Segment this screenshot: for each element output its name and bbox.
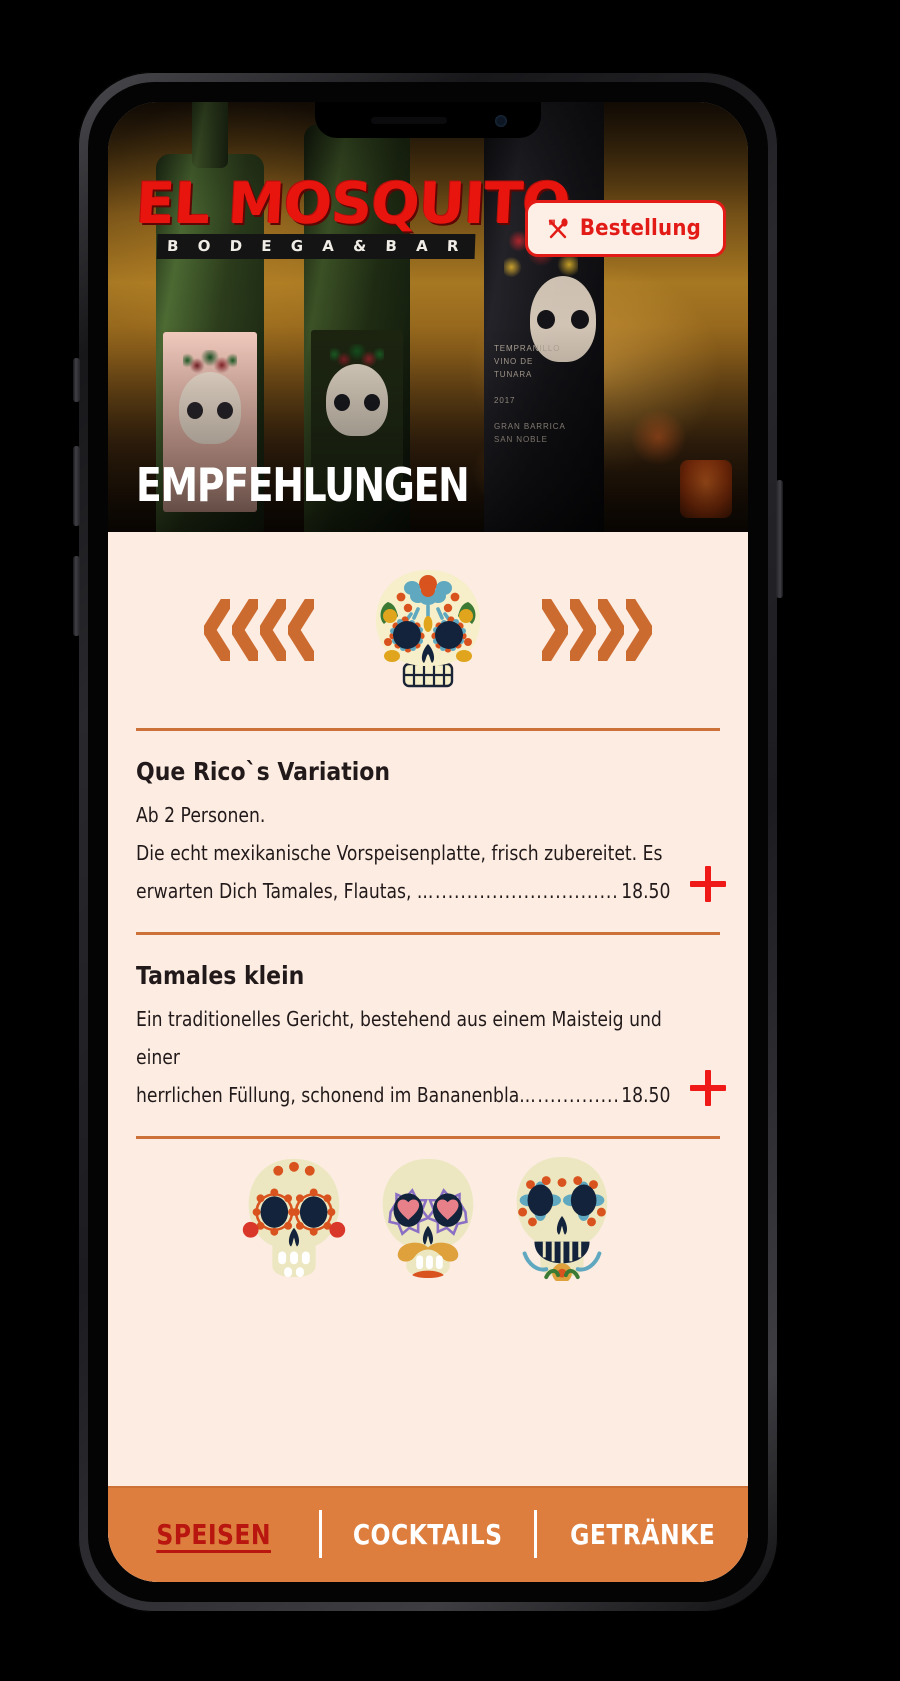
crossed-cutlery-icon [548, 217, 568, 238]
sugar-skull-teeth-icon [516, 1156, 608, 1281]
nav-top-border [108, 1486, 748, 1488]
menu-item-price: 18.50 [621, 1083, 671, 1107]
carousel-next-button[interactable] [542, 599, 652, 661]
chevron-left-icon [260, 599, 286, 661]
front-camera [495, 115, 507, 127]
nav-divider [533, 1510, 537, 1558]
nav-divider [319, 1510, 323, 1558]
brand-logo-sub: B O D E G A & B A R [166, 237, 466, 255]
menu-item[interactable]: Que Rico`s Variation Ab 2 Personen. Die … [108, 731, 748, 932]
tab-speisen[interactable]: SPEISEN [125, 1518, 303, 1551]
chevron-left-icon [232, 599, 258, 661]
chevron-left-icon [288, 599, 314, 661]
carousel-prev-button[interactable] [204, 599, 314, 661]
menu-item-title: Que Rico`s Variation [136, 757, 391, 786]
volume-up-button[interactable] [73, 446, 80, 526]
order-button[interactable]: Bestellung [524, 200, 726, 257]
menu-content: Que Rico`s Variation Ab 2 Personen. Die … [108, 532, 748, 1582]
tab-cocktails[interactable]: COCKTAILS [339, 1518, 517, 1551]
page-title: EMPFEHLUNGEN [136, 458, 470, 512]
menu-item-price-row: erwarten Dich Tamales, Flautas, ... ....… [136, 872, 670, 910]
order-button-label: Bestellung [579, 216, 701, 241]
menu-item-desc-tail: herrlichen Füllung, schonend im Bananenb… [136, 1083, 536, 1107]
screenshot-stage: TEMPRANILLOVINO DETUNARA2017GRAN BARRICA… [0, 0, 900, 1681]
bottom-navigation: SPEISEN COCKTAILS GETRÄNKE [108, 1486, 748, 1582]
menu-item-desc-tail: erwarten Dich Tamales, Flautas, ... [136, 879, 434, 903]
mute-switch[interactable] [73, 358, 80, 402]
leader-dots: ................... [537, 1083, 620, 1107]
tab-getraenke[interactable]: GETRÄNKE [554, 1518, 732, 1551]
chevron-right-icon [570, 599, 596, 661]
menu-item-desc-line: Ab 2 Personen. [136, 803, 266, 827]
chevron-right-icon [626, 599, 652, 661]
device-notch [315, 102, 541, 138]
volume-down-button[interactable] [73, 556, 80, 636]
brand-logo-subbar: B O D E G A & B A R [156, 234, 476, 259]
menu-item[interactable]: Tamales klein Ein traditionelles Gericht… [108, 935, 748, 1136]
recommendation-carousel [108, 532, 748, 728]
phone-screen: TEMPRANILLOVINO DETUNARA2017GRAN BARRICA… [108, 102, 748, 1582]
chevron-left-icon [204, 599, 230, 661]
menu-item-desc-line: Die echt mexikanische Vorspeisenplatte, … [136, 841, 663, 865]
add-to-order-button[interactable] [688, 864, 728, 904]
sugar-skull-icon [376, 570, 480, 688]
brand-logo-main: EL MOSQUITO [134, 171, 572, 237]
sugar-skull-heart-eyes-icon [382, 1158, 474, 1279]
brand-logo: EL MOSQUITO B O D E G A & B A R [134, 171, 572, 259]
add-to-order-button[interactable] [688, 1068, 728, 1108]
menu-item-desc-line: Ein traditionelles Gericht, bestehend au… [136, 1007, 662, 1069]
menu-item-price-row: herrlichen Füllung, schonend im Bananenb… [136, 1076, 670, 1114]
menu-item-title: Tamales klein [136, 961, 305, 990]
hero-banner: TEMPRANILLOVINO DETUNARA2017GRAN BARRICA… [108, 102, 748, 532]
earpiece-speaker [371, 117, 447, 124]
menu-item-price: 18.50 [621, 879, 671, 903]
sugar-skull-flower-eyes-icon [242, 1158, 346, 1278]
footer-skull-decoration [108, 1139, 748, 1281]
leader-dots: ........................................… [435, 879, 619, 903]
chevron-right-icon [542, 599, 568, 661]
chevron-right-icon [598, 599, 624, 661]
power-button[interactable] [776, 480, 783, 598]
